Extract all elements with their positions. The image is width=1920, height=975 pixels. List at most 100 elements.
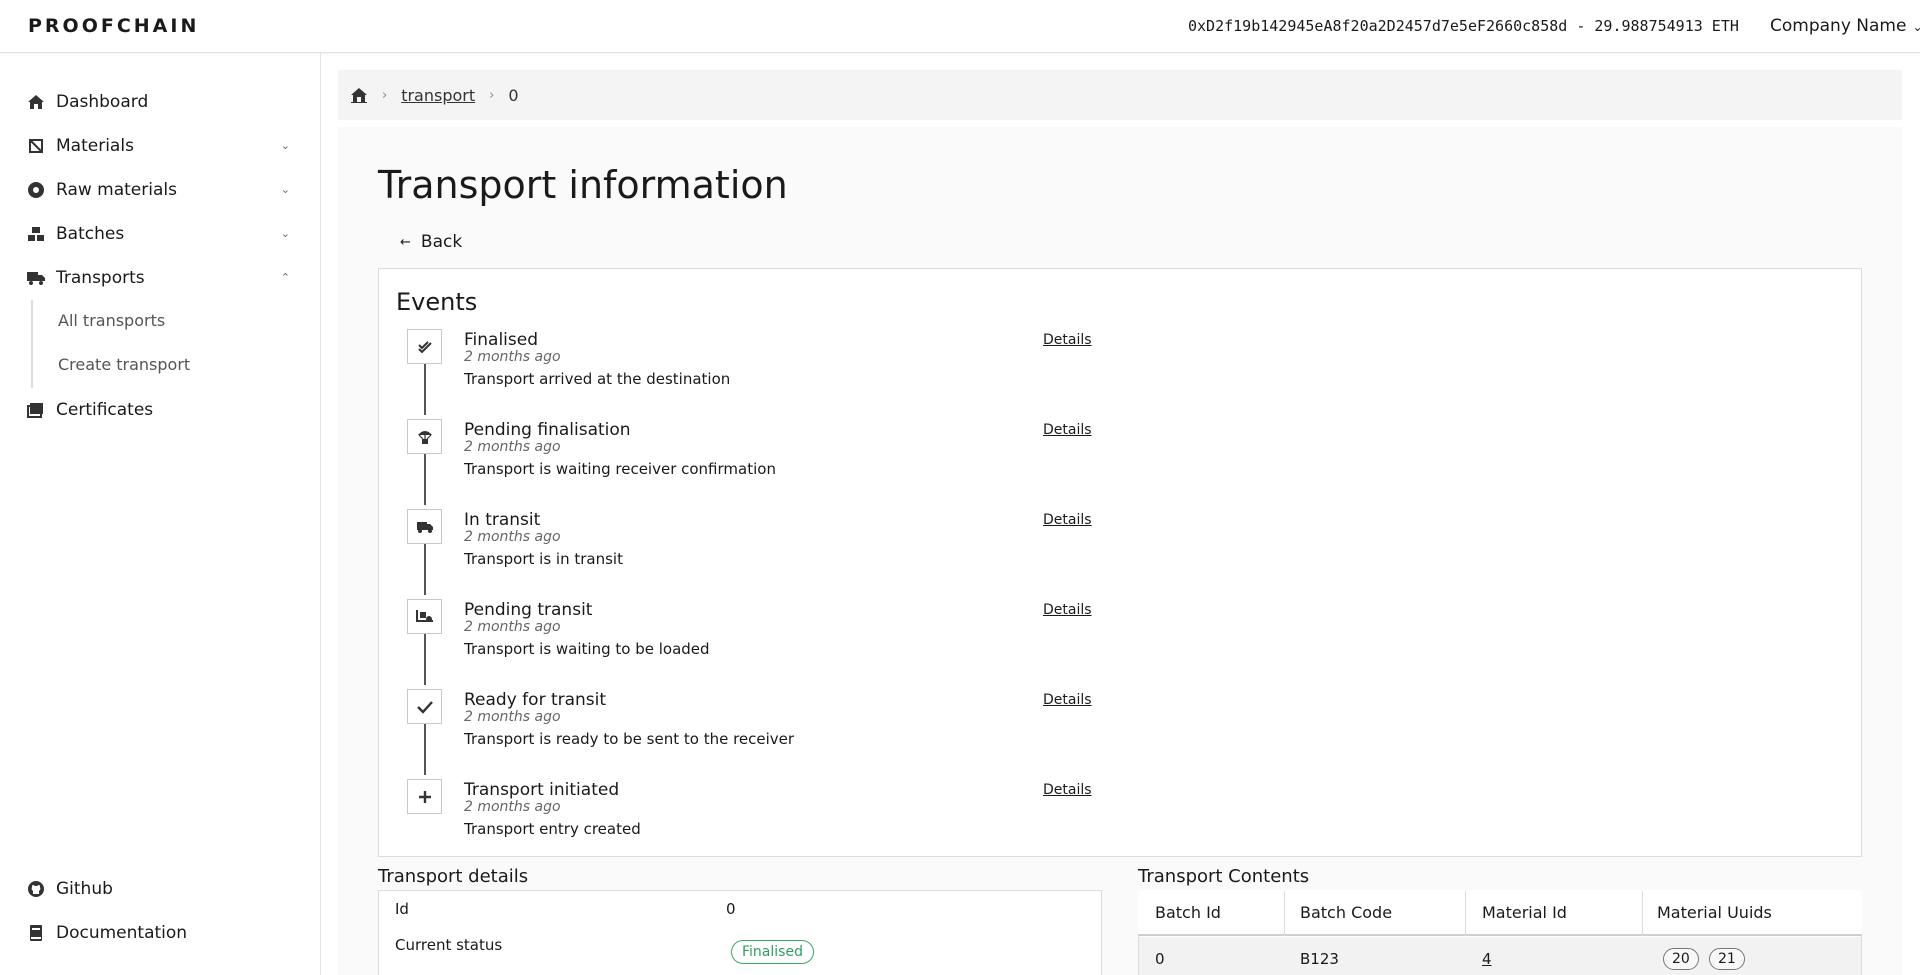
current-status-label: Current status <box>395 936 503 954</box>
status-badge: Finalised <box>731 940 814 964</box>
boxes-icon <box>26 224 46 244</box>
material-uuid-badge[interactable]: 21 <box>1709 948 1745 970</box>
transport-contents-title: Transport Contents <box>1138 866 1310 887</box>
column-divider <box>1284 891 1285 936</box>
top-header: PROOFCHAIN 0xD2f19b142945eA8f20a2D2457d7… <box>0 0 1920 53</box>
home-icon[interactable] <box>350 87 368 103</box>
parachute-box-icon <box>407 419 442 454</box>
event-title: Transport initiated <box>464 780 620 800</box>
event-time: 2 months ago <box>464 529 561 545</box>
breadcrumb-current: 0 <box>508 85 519 105</box>
event-title: Pending finalisation <box>464 420 631 440</box>
back-label: Back <box>420 232 463 252</box>
event-details-link[interactable]: Details <box>1043 782 1092 798</box>
cell-material-id-link[interactable]: 4 <box>1482 950 1492 968</box>
breadcrumb-separator: › <box>489 87 495 103</box>
event-details-link[interactable]: Details <box>1043 512 1092 528</box>
truck-loading-icon <box>407 599 442 634</box>
sidebar-item-raw-materials[interactable]: Raw materials ⌄ <box>26 175 296 205</box>
sidebar-item-label: Transports <box>56 268 145 288</box>
book-icon <box>26 923 46 943</box>
sidebar-item-label: Raw materials <box>56 180 177 200</box>
column-header-material-uuids[interactable]: Material Uuids <box>1657 903 1772 922</box>
event-time: 2 months ago <box>464 709 561 725</box>
event-title: Ready for transit <box>464 690 607 710</box>
sidebar-item-label: Documentation <box>56 923 188 943</box>
sidebar-item-label: Certificates <box>56 400 154 420</box>
sidebar-item-transports[interactable]: Transports ⌃ <box>26 263 296 293</box>
sidebar-item-certificates[interactable]: Certificates <box>26 395 296 425</box>
event-description: Transport is waiting receiver confirmati… <box>464 460 776 478</box>
cell-batch-id: 0 <box>1155 950 1165 968</box>
timeline-connector <box>424 724 426 775</box>
materials-icon <box>26 136 46 156</box>
event-title: In transit <box>464 510 541 530</box>
column-header-batch-code[interactable]: Batch Code <box>1300 903 1392 922</box>
event-details-link[interactable]: Details <box>1043 692 1092 708</box>
event-time: 2 months ago <box>464 619 561 635</box>
submenu-divider <box>31 300 33 388</box>
sidebar-item-materials[interactable]: Materials ⌄ <box>26 131 296 161</box>
event-details-link[interactable]: Details <box>1043 332 1092 348</box>
event-time: 2 months ago <box>464 439 561 455</box>
sidebar-item-dashboard[interactable]: Dashboard <box>26 87 296 117</box>
column-divider <box>1642 891 1643 936</box>
id-value: 0 <box>726 900 736 918</box>
sidebar-item-documentation[interactable]: Documentation <box>26 918 296 948</box>
chevron-down-icon: ⌄ <box>280 139 290 152</box>
truck-icon <box>407 509 442 544</box>
company-name: Company Name <box>1770 16 1907 36</box>
timeline-connector <box>424 454 426 505</box>
double-check-icon <box>407 329 442 364</box>
company-menu[interactable]: Company Name ⌄ <box>1770 16 1920 36</box>
table-row <box>1139 937 1861 975</box>
column-header-material-id[interactable]: Material Id <box>1482 903 1567 922</box>
event-description: Transport is in transit <box>464 550 623 568</box>
event-description: Transport is waiting to be loaded <box>464 640 710 658</box>
chevron-down-icon: ⌄ <box>280 227 290 240</box>
timeline-connector <box>424 544 426 595</box>
event-title: Finalised <box>464 330 539 350</box>
column-header-batch-id[interactable]: Batch Id <box>1155 903 1221 922</box>
circle-icon <box>26 180 46 200</box>
material-uuid-badge[interactable]: 20 <box>1663 948 1699 970</box>
sidebar-item-label: Materials <box>56 136 134 156</box>
event-time: 2 months ago <box>464 799 561 815</box>
page-title: Transport information <box>378 163 788 207</box>
event-description: Transport entry created <box>464 820 641 838</box>
sidebar-item-github[interactable]: Github <box>26 874 296 904</box>
event-details-link[interactable]: Details <box>1043 422 1092 438</box>
event-title: Pending transit <box>464 600 593 620</box>
event-description: Transport is ready to be sent to the rec… <box>464 730 795 748</box>
sidebar-item-batches[interactable]: Batches ⌄ <box>26 219 296 249</box>
id-label: Id <box>395 900 409 918</box>
plus-icon <box>407 779 442 814</box>
breadcrumb-separator: › <box>382 87 388 103</box>
sidebar-subitem-all-transports[interactable]: All transports <box>58 311 165 330</box>
sidebar-subitem-create-transport[interactable]: Create transport <box>58 355 190 374</box>
event-details-link[interactable]: Details <box>1043 602 1092 618</box>
transport-details-title: Transport details <box>378 866 529 887</box>
column-divider <box>1465 891 1466 936</box>
timeline-connector <box>424 364 426 415</box>
sidebar-item-label: Github <box>56 879 113 899</box>
certificate-icon <box>26 400 46 420</box>
sidebar-item-label: Dashboard <box>56 92 149 112</box>
truck-icon <box>26 268 46 288</box>
chevron-up-icon: ⌃ <box>280 271 290 284</box>
breadcrumb: › transport › 0 <box>338 70 1902 120</box>
chevron-down-icon: ⌄ <box>280 183 290 196</box>
arrow-left-icon: ← <box>400 234 411 250</box>
home-icon <box>26 92 46 112</box>
event-time: 2 months ago <box>464 349 561 365</box>
event-description: Transport arrived at the destination <box>464 370 731 388</box>
sidebar-item-label: Batches <box>56 224 125 244</box>
back-button[interactable]: ← Back <box>400 232 462 252</box>
breadcrumb-link-transport[interactable]: transport <box>401 86 475 105</box>
timeline-connector <box>424 634 426 685</box>
app-logo[interactable]: PROOFCHAIN <box>28 15 199 37</box>
events-title: Events <box>396 288 478 316</box>
wallet-address-balance: 0xD2f19b142945eA8f20a2D2457d7e5eF2660c85… <box>1188 17 1739 35</box>
github-icon <box>26 879 46 899</box>
chevron-down-icon: ⌄ <box>1912 20 1920 34</box>
